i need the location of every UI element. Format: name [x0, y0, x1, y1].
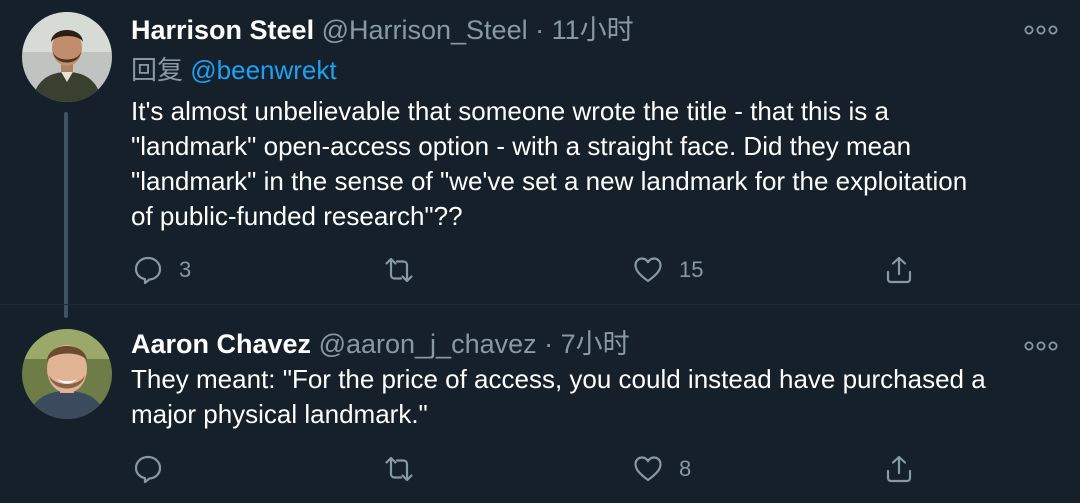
user-handle[interactable]: @Harrison_Steel — [322, 15, 528, 45]
display-name[interactable]: Aaron Chavez — [131, 329, 311, 359]
heart-icon — [634, 456, 662, 482]
heart-icon — [634, 257, 662, 283]
timestamp[interactable]: 7小时 — [561, 329, 630, 359]
retweet-arrows-icon — [385, 456, 413, 482]
tweet-text-line: major physical landmark." — [131, 399, 428, 429]
action-bar: 8 — [0, 451, 1080, 487]
tweet[interactable]: Harrison Steel @Harrison_Steel · 11小时 回复… — [0, 0, 1080, 318]
tweet-header: Harrison Steel @Harrison_Steel · 11小时 — [131, 14, 634, 46]
like-button[interactable]: 8 — [633, 451, 691, 487]
retweet-button[interactable] — [384, 451, 414, 487]
like-count: 8 — [679, 456, 692, 481]
reply-prefix: 回复 — [131, 55, 184, 85]
timestamp[interactable]: 11小时 — [552, 15, 634, 45]
separator-dot: · — [535, 15, 545, 45]
display-name[interactable]: Harrison Steel — [131, 15, 314, 45]
replying-to: 回复 @beenwrekt — [131, 54, 337, 86]
tweet-text-line: It's almost unbelievable that someone wr… — [131, 96, 889, 126]
tweet-header: Aaron Chavez @aaron_j_chavez · 7小时 — [131, 328, 630, 360]
share-upload-icon — [886, 455, 912, 483]
like-button[interactable]: 15 — [633, 252, 703, 288]
tweet-text-line: "landmark" in the sense of "we've set a … — [131, 166, 968, 196]
more-dots-icon[interactable] — [1024, 22, 1058, 38]
tweet-text-line: "landmark" open-access option - with a s… — [131, 131, 912, 161]
mentioned-user-link[interactable]: @beenwrekt — [190, 55, 336, 85]
tweet-text: They meant: "For the price of access, yo… — [131, 362, 1066, 432]
avatar[interactable] — [22, 329, 112, 419]
avatar[interactable] — [22, 12, 112, 102]
more-dots-icon[interactable] — [1024, 338, 1058, 354]
share-button[interactable] — [884, 451, 914, 487]
user-handle[interactable]: @aaron_j_chavez — [319, 329, 537, 359]
tweet-text-line: of public-funded research"?? — [131, 201, 463, 231]
action-bar: 3 15 — [0, 252, 1080, 288]
separator-dot: · — [544, 329, 554, 359]
avatar-photo — [22, 12, 112, 102]
retweet-button[interactable] — [384, 252, 414, 288]
reply-count: 3 — [179, 257, 192, 282]
share-button[interactable] — [884, 252, 914, 288]
tweet-text-line: They meant: "For the price of access, yo… — [131, 364, 986, 394]
avatar-photo — [22, 329, 112, 419]
speech-bubble-icon — [134, 455, 162, 484]
reply-button[interactable] — [133, 451, 179, 487]
share-upload-icon — [886, 256, 912, 284]
like-count: 15 — [679, 257, 704, 282]
tweet-text: It's almost unbelievable that someone wr… — [131, 94, 1066, 234]
retweet-arrows-icon — [385, 257, 413, 283]
reply-button[interactable]: 3 — [133, 252, 191, 288]
speech-bubble-icon — [134, 256, 162, 285]
